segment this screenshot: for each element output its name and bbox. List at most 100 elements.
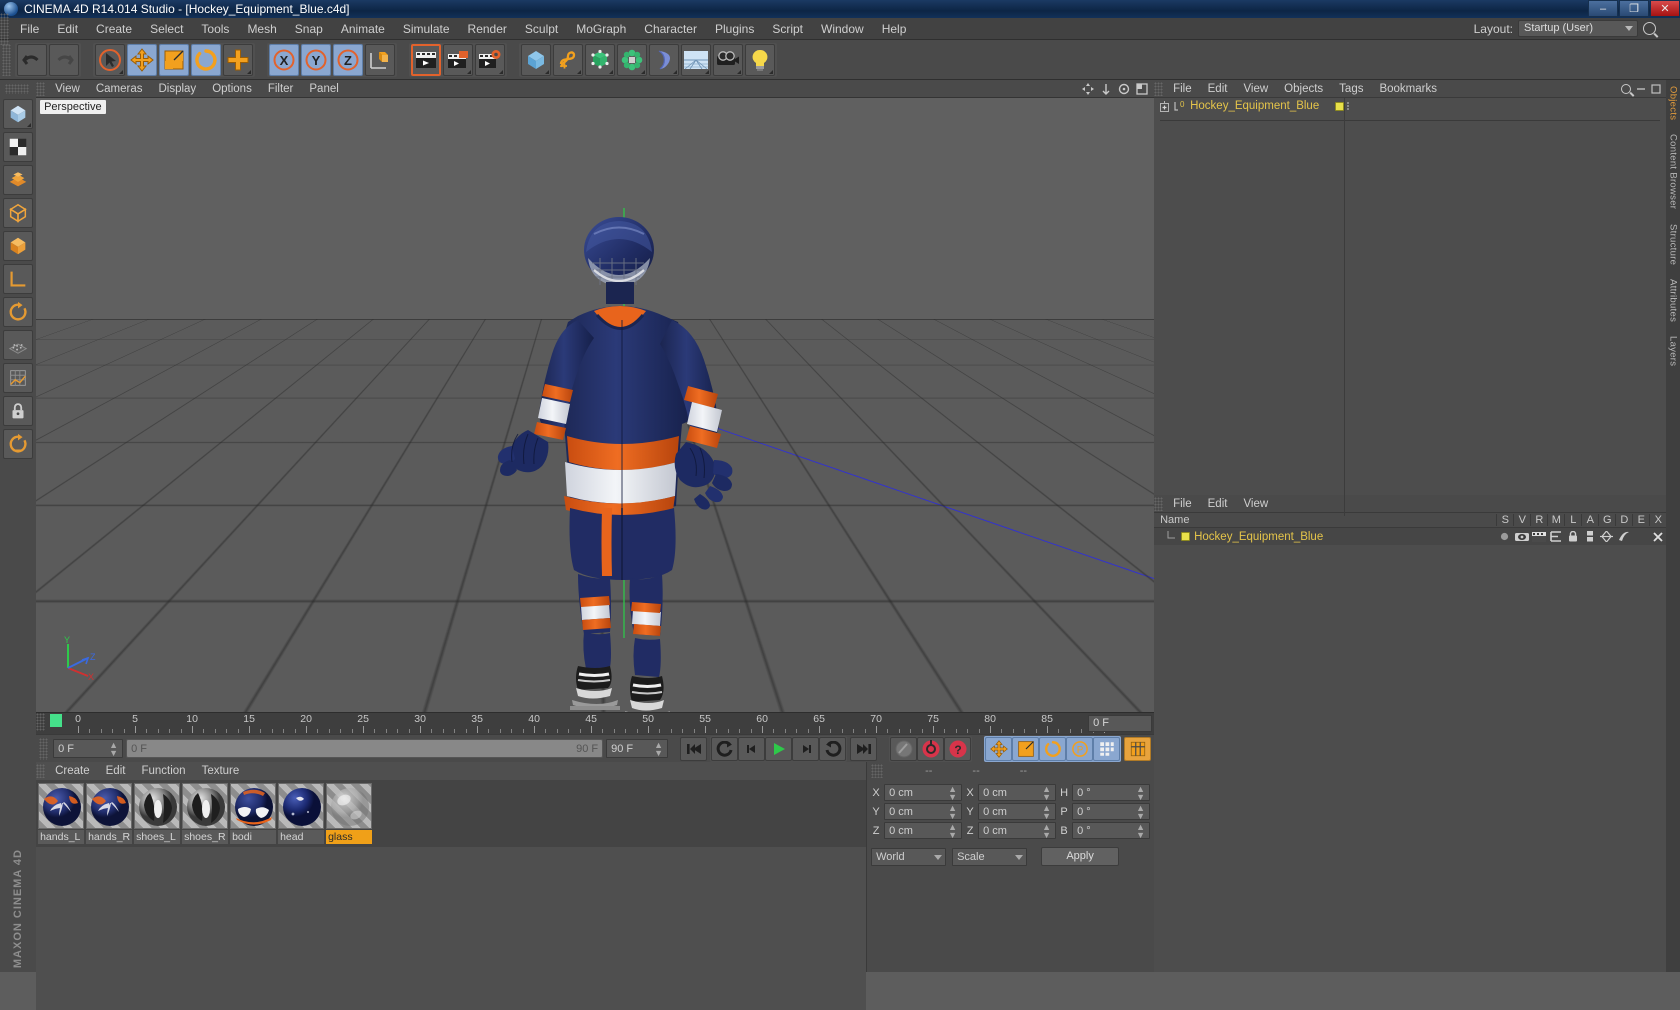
attribute-header-l[interactable]: L	[1564, 514, 1581, 526]
material-slot[interactable]: hands_L	[38, 783, 85, 844]
attribute-header-e[interactable]: E	[1632, 514, 1649, 526]
object-menu-tags[interactable]: Tags	[1331, 80, 1371, 98]
world-coordinates-button[interactable]	[365, 43, 395, 76]
texture-mode-button[interactable]	[3, 132, 34, 162]
render-settings-button[interactable]	[475, 43, 505, 76]
material-name[interactable]: shoes_L	[134, 830, 181, 844]
material-slot[interactable]: shoes_R	[182, 783, 229, 844]
object-menu-bookmarks[interactable]: Bookmarks	[1371, 80, 1445, 98]
tab-objects[interactable]: Objects	[1668, 86, 1679, 120]
tab-layers[interactable]: Layers	[1668, 336, 1679, 366]
animation-toolbar-grip[interactable]	[39, 737, 49, 760]
rotate-tool-button[interactable]	[191, 43, 221, 76]
points-mode-button[interactable]	[3, 165, 34, 195]
coordinates-grip[interactable]	[871, 764, 884, 778]
rotation-p-field[interactable]: 0 ° ▲ ▼	[1072, 803, 1151, 820]
autokey-button[interactable]	[890, 736, 918, 761]
position-x-field[interactable]: 0 cm ▲ ▼	[884, 784, 963, 801]
tab-structure[interactable]: Structure	[1668, 224, 1679, 265]
viewport-menu-filter[interactable]: Filter	[260, 80, 302, 98]
menu-character[interactable]: Character	[635, 18, 706, 40]
size-x-field[interactable]: 0 cm ▲ ▼	[978, 784, 1057, 801]
live-selection-button[interactable]	[95, 43, 125, 76]
material-name[interactable]: hands_L	[38, 830, 85, 844]
layout-dropdown[interactable]: Startup (User)	[1518, 20, 1638, 37]
material-menubar-grip[interactable]	[36, 764, 46, 778]
material-name[interactable]: head	[278, 830, 325, 844]
apply-button[interactable]: Apply	[1041, 847, 1120, 866]
material-name[interactable]: shoes_R	[182, 830, 229, 844]
spline-button[interactable]	[553, 43, 583, 76]
spinner-icon[interactable]: ▲ ▼	[1042, 784, 1051, 801]
position-z-field[interactable]: 0 cm ▲ ▼	[884, 822, 963, 839]
render-view-button[interactable]	[411, 43, 441, 76]
array-button[interactable]	[617, 43, 647, 76]
toolbar-grip[interactable]	[2, 43, 11, 76]
menu-window[interactable]: Window	[812, 18, 873, 40]
attribute-header-v[interactable]: V	[1513, 514, 1530, 526]
material-manager-body[interactable]	[36, 847, 867, 1010]
attribute-header-s[interactable]: S	[1496, 514, 1513, 526]
minimize-panel-icon[interactable]	[1636, 84, 1646, 94]
camera-button[interactable]	[713, 43, 743, 76]
material-thumbnail[interactable]	[278, 783, 325, 829]
spinner-icon[interactable]: ▲ ▼	[1042, 822, 1051, 839]
workplane-button[interactable]	[3, 297, 34, 327]
spinner-icon[interactable]: ▲ ▼	[1136, 803, 1145, 820]
maximize-button[interactable]: ❐	[1619, 0, 1649, 17]
key-position-button[interactable]	[985, 736, 1013, 761]
render-region-button[interactable]	[443, 43, 473, 76]
minimize-button[interactable]: –	[1588, 0, 1618, 17]
timeline-grip[interactable]	[36, 713, 46, 731]
next-key-button[interactable]	[819, 736, 847, 761]
light-button[interactable]	[745, 43, 775, 76]
timeline-toggle-button[interactable]	[1124, 736, 1152, 761]
zoom-icon[interactable]	[1100, 83, 1112, 95]
menu-simulate[interactable]: Simulate	[394, 18, 459, 40]
menu-select[interactable]: Select	[141, 18, 192, 40]
x-axis-button[interactable]: X	[269, 43, 299, 76]
spinner-icon[interactable]: ▲ ▼	[109, 740, 118, 757]
spinner-icon[interactable]: ▲ ▼	[948, 784, 957, 801]
size-z-field[interactable]: 0 cm ▲ ▼	[978, 822, 1057, 839]
material-thumbnail[interactable]	[38, 783, 85, 829]
viewport-menu-cameras[interactable]: Cameras	[88, 80, 151, 98]
pan-icon[interactable]	[1082, 82, 1095, 95]
object-menu-view[interactable]: View	[1235, 80, 1276, 98]
menu-edit[interactable]: Edit	[48, 18, 87, 40]
attribute-manager-grip[interactable]	[1154, 496, 1164, 511]
key-parameter-button[interactable]: P	[1066, 736, 1094, 761]
window-controls[interactable]: – ❐ ✕	[1587, 0, 1680, 18]
material-name[interactable]: hands_R	[86, 830, 133, 844]
hockey-player-model[interactable]	[466, 208, 826, 712]
align-workplane-button[interactable]	[3, 429, 34, 459]
goto-end-button[interactable]	[850, 736, 878, 761]
rotation-h-field[interactable]: 0 ° ▲ ▼	[1072, 784, 1151, 801]
material-menu-texture[interactable]: Texture	[194, 762, 248, 780]
key-pla-button[interactable]	[1093, 736, 1121, 761]
spinner-icon[interactable]: ▲ ▼	[654, 740, 663, 757]
menu-mograph[interactable]: MoGraph	[567, 18, 635, 40]
menu-script[interactable]: Script	[763, 18, 812, 40]
attribute-menu-file[interactable]: File	[1165, 495, 1200, 513]
perspective-viewport[interactable]: Perspective Y Z X	[36, 98, 1155, 712]
floor-button[interactable]	[681, 43, 711, 76]
next-frame-button[interactable]	[792, 736, 820, 761]
object-tree-row[interactable]: 0 Hockey_Equipment_Blue	[1154, 98, 1666, 114]
spinner-icon[interactable]: ▲ ▼	[948, 803, 957, 820]
spinner-icon[interactable]: ▲ ▼	[1136, 784, 1145, 801]
key-rotation-button[interactable]	[1039, 736, 1067, 761]
material-slot[interactable]: shoes_L	[134, 783, 181, 844]
redo-button[interactable]	[49, 43, 79, 76]
prev-frame-button[interactable]	[738, 736, 766, 761]
attribute-menu-edit[interactable]: Edit	[1200, 495, 1236, 513]
viewport-menu-options[interactable]: Options	[204, 80, 260, 98]
play-button[interactable]	[765, 736, 793, 761]
timeline-ruler[interactable]: 051015202530354045505560657075808590 0 F	[36, 712, 1155, 734]
menu-plugins[interactable]: Plugins	[706, 18, 763, 40]
material-menu-create[interactable]: Create	[47, 762, 98, 780]
model-mode-button[interactable]	[3, 99, 34, 129]
nurbs-button[interactable]	[585, 43, 615, 76]
material-thumbnail[interactable]	[182, 783, 229, 829]
timeline-current-frame-field[interactable]: 0 F	[1088, 715, 1153, 732]
